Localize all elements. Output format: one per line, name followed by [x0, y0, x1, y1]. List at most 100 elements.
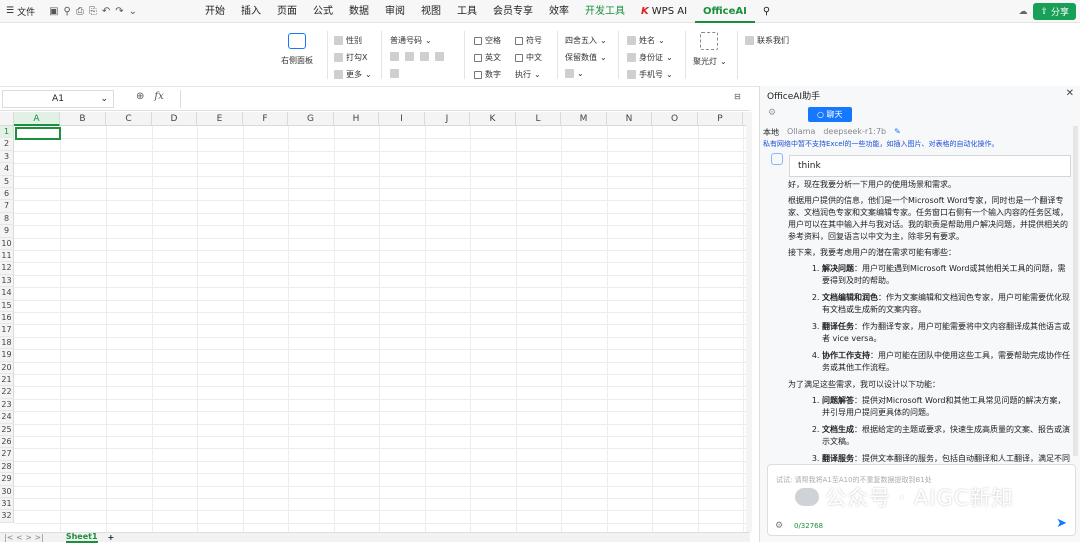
number-format-dropdown[interactable]: 普通号码 ⌄: [390, 35, 432, 46]
english-checkbox[interactable]: 英文: [474, 52, 501, 63]
tab-efficiency[interactable]: 效率: [541, 0, 577, 23]
row-header-cell[interactable]: 10: [0, 237, 14, 250]
edit-icon[interactable]: ✎: [894, 127, 901, 138]
tab-wps-ai[interactable]: K WPS AI: [633, 0, 695, 23]
more-button[interactable]: 更多 ⌄: [334, 69, 372, 80]
column-header-cell[interactable]: O: [652, 112, 698, 126]
spreadsheet-grid[interactable]: ABCDEFGHIJKLMNOP 1 2 3 4 5 6 7 8 9 10 11 12 13 14 15 16…: [0, 112, 746, 532]
row-header-cell[interactable]: 28: [0, 460, 14, 474]
print-icon[interactable]: ⎙: [76, 6, 84, 17]
tab-developer[interactable]: 开发工具: [577, 0, 633, 23]
print-preview-icon[interactable]: ⎘: [89, 6, 97, 17]
row-header-cell[interactable]: 16: [0, 312, 14, 325]
round-dropdown[interactable]: 四舍五入 ⌄: [565, 35, 607, 46]
chevron-down-icon[interactable]: ⌄: [129, 6, 137, 17]
column-header-cell[interactable]: D: [152, 112, 197, 126]
tab-tools[interactable]: 工具: [449, 0, 485, 23]
column-header-cell[interactable]: H: [334, 112, 379, 126]
column-header-cell[interactable]: K: [470, 112, 516, 126]
column-header-cell[interactable]: I: [379, 112, 425, 126]
row-header-cell[interactable]: 5: [0, 175, 14, 188]
sheet-tab[interactable]: Sheet1: [65, 532, 98, 543]
row-header-cell[interactable]: 18: [0, 336, 14, 350]
tab-local[interactable]: 本地: [763, 127, 779, 138]
symbol-checkbox[interactable]: 符号: [515, 35, 542, 46]
tab-formula[interactable]: 公式: [305, 0, 341, 23]
share-button[interactable]: ⇪ 分享: [1033, 3, 1076, 20]
redo-icon[interactable]: ↷: [115, 6, 123, 17]
column-header-cell[interactable]: P: [698, 112, 743, 126]
fx-icon[interactable]: fx: [154, 91, 163, 102]
row-header-cell[interactable]: 9: [0, 225, 14, 238]
expand-formula-icon[interactable]: ⊟: [734, 92, 741, 101]
column-header-cell[interactable]: F: [243, 112, 288, 126]
name-dropdown[interactable]: 姓名 ⌄: [627, 35, 665, 46]
select-all-corner[interactable]: [0, 112, 14, 126]
close-icon[interactable]: ✕: [1066, 88, 1074, 99]
column-header-cell[interactable]: J: [425, 112, 470, 126]
name-box[interactable]: A1 ⌄: [2, 90, 114, 108]
format-icon[interactable]: [390, 52, 399, 61]
row-header-cell[interactable]: 20: [0, 361, 14, 374]
link-icon[interactable]: ⚲: [64, 6, 71, 17]
row-header-cell[interactable]: 23: [0, 398, 14, 412]
file-menu[interactable]: ☰ 文件: [0, 5, 41, 18]
search-icon[interactable]: ⚲: [755, 0, 778, 23]
column-header-cell[interactable]: L: [516, 112, 561, 126]
row-header-cell[interactable]: 29: [0, 473, 14, 486]
row-header-cell[interactable]: 14: [0, 287, 14, 300]
checkmark-button[interactable]: 打勾X: [334, 52, 367, 63]
row-header-cell[interactable]: 17: [0, 324, 14, 337]
row-header-cell[interactable]: 32: [0, 510, 14, 523]
chat-button[interactable]: ○ 聊天: [808, 107, 852, 122]
row-header-cell[interactable]: 26: [0, 436, 14, 449]
row-header-cell[interactable]: 3: [0, 150, 14, 164]
row-header-cell[interactable]: 19: [0, 349, 14, 362]
cloud-icon[interactable]: ☁: [1018, 7, 1027, 17]
zoom-icon[interactable]: ⊕: [136, 91, 144, 102]
row-header-cell[interactable]: 31: [0, 498, 14, 511]
tab-view[interactable]: 视图: [413, 0, 449, 23]
row-header-cell[interactable]: 15: [0, 299, 14, 312]
undo-icon[interactable]: ↶: [102, 6, 110, 17]
format-icon[interactable]: [405, 52, 414, 61]
column-header-cell[interactable]: N: [607, 112, 652, 126]
settings-icon[interactable]: ⚙: [775, 521, 783, 531]
right-panel-button[interactable]: 右侧面板: [281, 55, 313, 66]
row-header-cell[interactable]: 2: [0, 138, 14, 151]
number-checkbox[interactable]: 数字: [474, 69, 501, 80]
space-checkbox[interactable]: 空格: [474, 35, 501, 46]
row-header-cell[interactable]: 6: [0, 188, 14, 201]
save-icon[interactable]: ▣: [49, 6, 58, 17]
row-header-cell[interactable]: 25: [0, 423, 14, 436]
row-header-cell[interactable]: 24: [0, 411, 14, 424]
column-header-cell[interactable]: A: [14, 112, 60, 126]
row-header-cell[interactable]: 12: [0, 262, 14, 275]
row-header-cell[interactable]: 4: [0, 163, 14, 176]
column-header-cell[interactable]: B: [60, 112, 106, 126]
active-cell[interactable]: [15, 127, 61, 140]
tab-deepseek[interactable]: deepseek-r1:7b: [823, 127, 886, 138]
format-icon[interactable]: [435, 52, 444, 61]
tab-member[interactable]: 会员专享: [485, 0, 541, 23]
tab-officeai[interactable]: OfficeAI: [695, 0, 755, 23]
keep-value-dropdown[interactable]: 保留数值 ⌄: [565, 52, 607, 63]
id-card-dropdown[interactable]: 身份证 ⌄: [627, 52, 673, 63]
column-header-cell[interactable]: E: [197, 112, 243, 126]
tab-review[interactable]: 审阅: [377, 0, 413, 23]
vertical-scrollbar[interactable]: [746, 112, 752, 532]
settings-icon[interactable]: ⚙: [768, 108, 776, 118]
right-panel-icon[interactable]: [288, 33, 306, 49]
row-header-cell[interactable]: 1: [0, 126, 14, 139]
format-icon[interactable]: [390, 69, 399, 78]
row-header-cell[interactable]: 27: [0, 448, 14, 461]
sheet-nav-icons[interactable]: |< < > >|: [4, 533, 44, 542]
row-header-cell[interactable]: 8: [0, 212, 14, 226]
row-header-cell[interactable]: 30: [0, 485, 14, 498]
row-header-cell[interactable]: 7: [0, 200, 14, 213]
think-block[interactable]: think: [789, 155, 1071, 177]
spotlight-dropdown[interactable]: 聚光灯 ⌄: [693, 56, 727, 67]
contact-us-button[interactable]: 联系我们: [745, 35, 789, 46]
calc-icon[interactable]: ⌄: [565, 69, 584, 78]
tab-insert[interactable]: 插入: [233, 0, 269, 23]
